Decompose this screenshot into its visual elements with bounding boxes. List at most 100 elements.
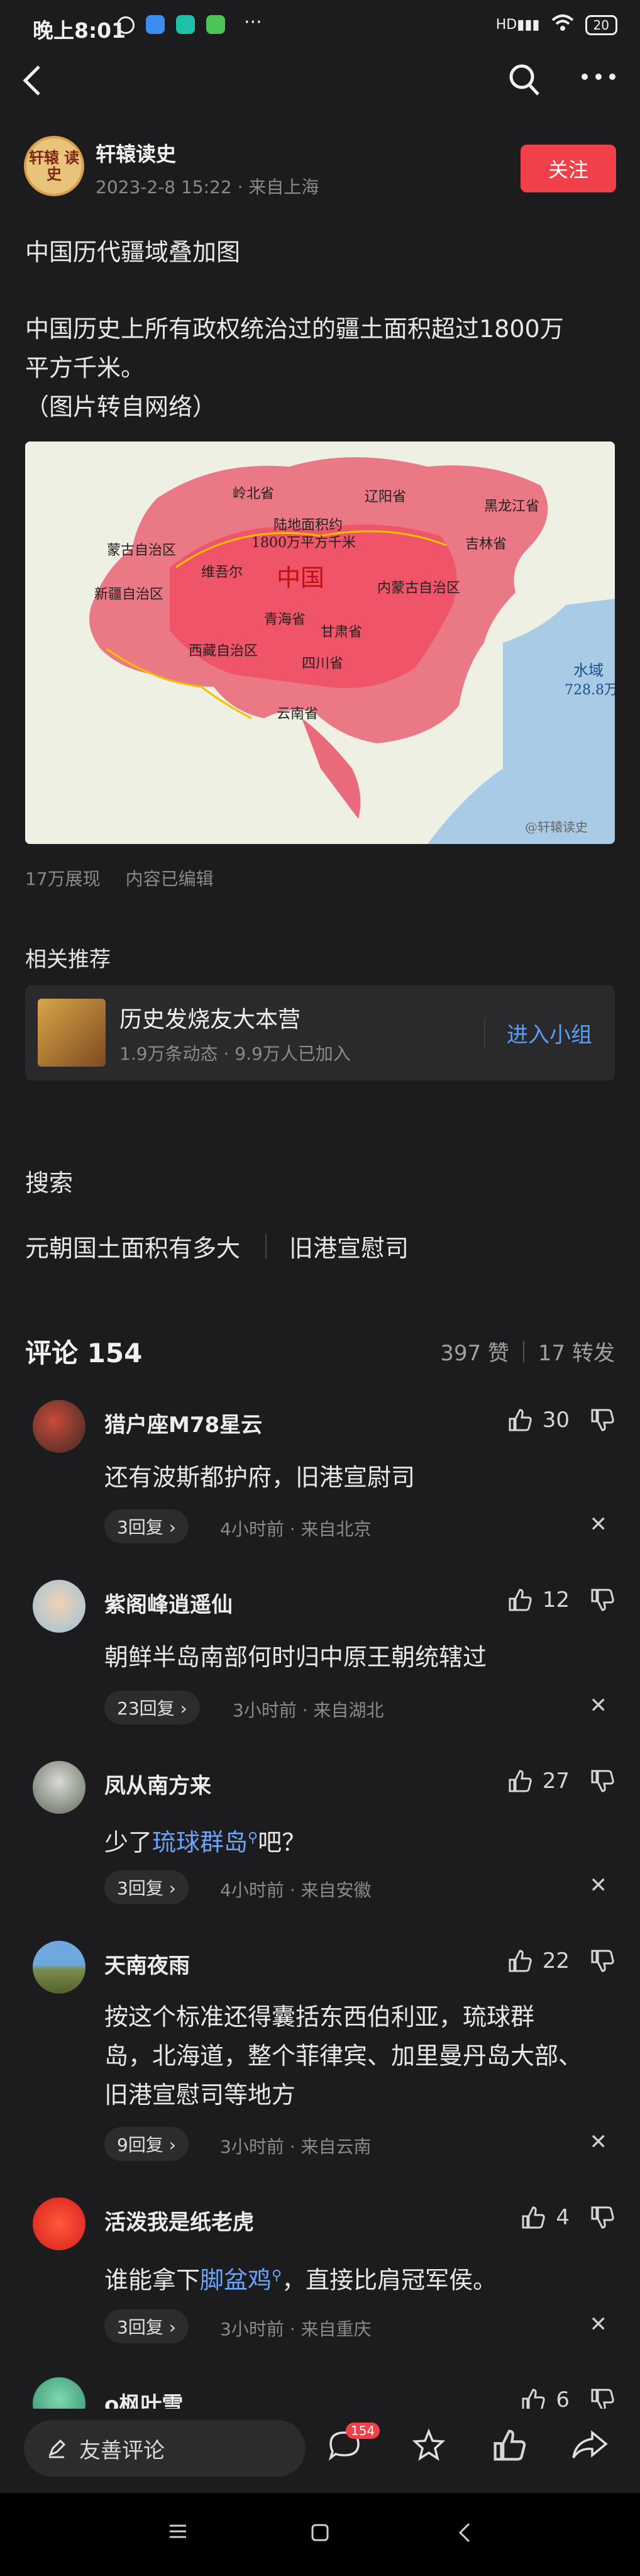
view-count: 17万展现 <box>25 869 101 889</box>
territory-map-image[interactable]: 陆地面积约 1800万平方千米 中国 岭北省 辽阳省 黑龙江省 吉林省 蒙古自治… <box>25 441 615 844</box>
search-term[interactable]: 元朝国土面积有多大 <box>25 1229 240 1263</box>
map-center-label: 陆地面积约 <box>273 518 343 533</box>
reply-count-button[interactable]: 23回复 › <box>104 1690 200 1724</box>
map-region: 云南省 <box>277 706 318 722</box>
menu-icon[interactable] <box>168 2523 187 2542</box>
search-icon[interactable] <box>508 63 541 99</box>
search-term[interactable]: 旧港宣慰司 <box>289 1229 409 1263</box>
map-region: 甘肃省 <box>321 625 362 640</box>
comment-badge: 154 <box>346 2423 380 2439</box>
comment-text: 谁能拿下脚盆鸡⚲，直接比肩冠军侯。 <box>104 2257 607 2300</box>
avatar[interactable] <box>33 1580 86 1633</box>
alarm-icon <box>117 16 135 34</box>
follow-button[interactable]: 关注 <box>521 145 616 192</box>
dislike-button[interactable] <box>590 1587 615 1615</box>
map-region: 吉林省 <box>465 536 507 552</box>
watermark: @轩辕读史 <box>525 819 588 835</box>
divider <box>522 1340 524 1362</box>
favorite-button[interactable] <box>411 2428 446 2464</box>
post-body-line: 中国历史上所有政权统治过的疆土面积超过1800万 <box>25 315 564 343</box>
dislike-button[interactable] <box>590 1407 615 1435</box>
comment-author[interactable]: 天南夜雨 <box>104 1948 190 1979</box>
avatar[interactable] <box>33 1400 86 1453</box>
comment-author[interactable]: 紫阁峰逍遥仙 <box>104 1587 233 1618</box>
like-button[interactable]: 22 <box>507 1948 570 1974</box>
share-button[interactable] <box>571 2429 609 2464</box>
avatar[interactable] <box>33 1761 86 1814</box>
like-post-button[interactable] <box>492 2428 527 2465</box>
like-count: 30 <box>542 1407 570 1433</box>
comment-text: 少了琉球群岛⚲吧？ <box>104 1819 607 1862</box>
comment-text-line: 旧港宣慰司等地方 <box>104 2081 296 2109</box>
comment-input[interactable]: 友善评论 <box>24 2420 306 2477</box>
more-menu-icon[interactable] <box>580 70 617 86</box>
like-button[interactable]: 30 <box>507 1407 570 1433</box>
back-icon[interactable] <box>20 64 45 99</box>
map-region: 青海省 <box>264 612 306 628</box>
comment-author[interactable]: 凤从南方来 <box>104 1768 211 1799</box>
dislike-button[interactable] <box>590 1948 615 1976</box>
reply-count-button[interactable]: 9回复 › <box>104 2127 189 2161</box>
close-icon[interactable]: ✕ <box>590 2129 608 2155</box>
related-label: 相关推荐 <box>25 947 111 972</box>
group-icon <box>38 999 106 1067</box>
map-region: 新疆自治区 <box>94 587 163 602</box>
thumb-down-icon <box>590 1948 615 1974</box>
close-icon[interactable]: ✕ <box>590 1873 608 1898</box>
author-name[interactable]: 轩辕读史 <box>96 138 176 167</box>
post-body: 中国历史上所有政权统治过的疆土面积超过1800万 平方千米。 （图片转自网络） <box>25 309 616 426</box>
dislike-button[interactable] <box>590 1768 615 1796</box>
map-china-label: 中国 <box>277 564 324 592</box>
comment-meta: 3小时前 · 来自云南 <box>220 2136 372 2157</box>
like-count: 12 <box>542 1587 570 1613</box>
close-icon[interactable]: ✕ <box>590 1693 608 1718</box>
wifi-icon <box>551 14 574 36</box>
like-button[interactable]: 12 <box>507 1587 570 1613</box>
map-region: 辽阳省 <box>365 489 406 505</box>
comment-meta: 4小时前 · 来自安徽 <box>220 1880 372 1901</box>
comment-author[interactable]: 猎户座M78星云 <box>104 1407 262 1438</box>
signal-icon: HD▮▮▮ <box>495 17 540 33</box>
thumb-down-icon <box>590 2205 615 2230</box>
map-water-label: 水域 <box>573 662 604 679</box>
close-icon[interactable]: ✕ <box>590 1512 608 1537</box>
home-icon[interactable] <box>311 2523 329 2545</box>
app-icon-green <box>206 15 225 34</box>
reply-count-button[interactable]: 3回复 › <box>104 1509 189 1543</box>
comment-text-line: 按这个标准还得囊括东西伯利亚，琉球群 <box>104 2003 535 2031</box>
like-button[interactable]: 4 <box>521 2205 570 2230</box>
comment-text: 还有波斯都护府，旧港宣尉司 <box>104 1463 416 1491</box>
comment-text-part: 少了 <box>104 1828 153 1857</box>
reply-count-button[interactable]: 3回复 › <box>104 1870 189 1904</box>
comment-text-line: 岛，北海道，整个菲律宾、加里曼丹岛大部、 <box>104 2042 583 2070</box>
edited-label: 内容已编辑 <box>125 869 214 889</box>
avatar[interactable] <box>33 2197 86 2250</box>
app-icon-blue <box>146 15 165 34</box>
back-nav-icon[interactable] <box>458 2522 472 2546</box>
comment-text-part: 吧？ <box>258 1828 306 1857</box>
reply-count-button[interactable]: 3回复 › <box>104 2309 189 2343</box>
battery-icon: 20 <box>585 14 617 35</box>
comment-placeholder: 友善评论 <box>79 2438 165 2463</box>
thumb-up-icon <box>492 2428 527 2463</box>
join-group-button[interactable]: 进入小组 <box>484 1018 592 1048</box>
close-icon[interactable]: ✕ <box>590 2312 608 2337</box>
pen-icon <box>48 2439 66 2458</box>
like-count: 27 <box>542 1768 570 1794</box>
thumb-down-icon <box>590 1768 615 1794</box>
post-stats: 17万展现 内容已编辑 <box>25 865 214 891</box>
comment-author[interactable]: 活泼我是纸老虎 <box>104 2205 254 2236</box>
search-link[interactable]: 琉球群岛 <box>152 1829 248 1857</box>
search-icon: ⚲ <box>248 1830 258 1846</box>
map-region: 蒙古自治区 <box>107 543 176 558</box>
group-card[interactable]: 历史发烧友大本营 1.9万条动态 · 9.9万人已加入 进入小组 <box>25 985 615 1080</box>
dislike-button[interactable] <box>590 2205 615 2233</box>
author-avatar[interactable]: 轩辕 读史 <box>24 136 84 196</box>
avatar[interactable] <box>33 1941 86 1994</box>
comment-text-part: 谁能拿下 <box>104 2266 201 2294</box>
search-link[interactable]: 脚盆鸡 <box>200 2267 272 2294</box>
comment-text-part: ，直接比肩冠军侯。 <box>282 2266 497 2294</box>
like-button[interactable]: 27 <box>507 1768 570 1794</box>
map-region: 黑龙江省 <box>484 499 539 514</box>
map-region: 四川省 <box>302 656 343 672</box>
